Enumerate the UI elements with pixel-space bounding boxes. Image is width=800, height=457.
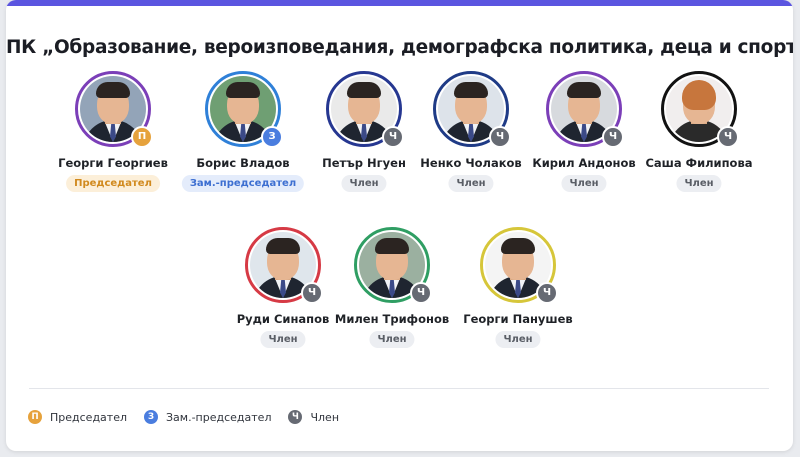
legend-label: Председател [50, 410, 127, 424]
member-card[interactable]: П Георги Георгиев Председател [48, 71, 178, 196]
legend-item: Ч Член [288, 410, 339, 424]
role-badge-icon: Ч [301, 282, 323, 304]
role-pill: Зам.-председател [181, 175, 305, 192]
role-badge-icon: Ч [382, 126, 404, 148]
role-pill: Член [495, 331, 541, 348]
legend-badge-icon: П [28, 410, 42, 424]
avatar[interactable]: Ч [245, 227, 323, 304]
legend-badge-icon: Ч [288, 410, 303, 424]
member-card[interactable]: Ч Георги Панушев Член [453, 227, 583, 352]
avatar[interactable]: Ч [480, 227, 558, 304]
role-badge-icon: Ч [536, 282, 558, 304]
member-card[interactable]: Ч Кирил Андонов Член [519, 71, 649, 196]
member-name[interactable]: Милен Трифонов [327, 312, 457, 326]
member-card[interactable]: Ч Милен Трифонов Член [327, 227, 457, 352]
legend-label: Зам.-председател [166, 410, 272, 424]
role-badge-icon: Ч [717, 126, 739, 148]
member-card[interactable]: Ч Саша Филипова Член [634, 71, 764, 196]
legend-item: З Зам.-председател [144, 410, 271, 424]
avatar[interactable]: П [75, 71, 153, 148]
member-name[interactable]: Георги Панушев [453, 312, 583, 326]
role-pill: Член [561, 175, 607, 192]
role-pill: Член [341, 175, 387, 192]
avatar[interactable]: Ч [326, 71, 404, 148]
role-pill: Председател [66, 175, 160, 192]
committee-title: ПК „Образование, вероизповедания, демогр… [6, 37, 793, 58]
legend-badge-icon: З [144, 410, 158, 424]
member-name[interactable]: Борис Владов [178, 156, 308, 170]
role-pill: Член [676, 175, 722, 192]
role-badge-icon: Ч [410, 282, 432, 304]
role-pill: Член [260, 331, 306, 348]
avatar[interactable]: Ч [433, 71, 511, 148]
divider [29, 388, 769, 389]
member-card[interactable]: З Борис Владов Зам.-председател [178, 71, 308, 196]
role-badge-icon: Ч [602, 126, 624, 148]
member-name[interactable]: Ненко Чолаков [406, 156, 536, 170]
role-pill: Член [448, 175, 494, 192]
avatar[interactable]: Ч [546, 71, 624, 148]
role-pill: Член [369, 331, 415, 348]
role-badge-icon: П [131, 126, 153, 148]
avatar[interactable]: Ч [354, 227, 432, 304]
role-badge-icon: Ч [489, 126, 511, 148]
committee-card: ПК „Образование, вероизповедания, демогр… [6, 0, 793, 451]
member-name[interactable]: Георги Георгиев [48, 156, 178, 170]
legend-label: Член [310, 410, 340, 424]
legend-item: П Председател [28, 410, 127, 424]
role-legend: П Председател З Зам.-председател Ч Член [28, 407, 356, 427]
role-badge-icon: З [261, 126, 283, 148]
member-card[interactable]: Ч Ненко Чолаков Член [406, 71, 536, 196]
avatar[interactable]: З [205, 71, 283, 148]
accent-bar [6, 0, 793, 6]
avatar[interactable]: Ч [661, 71, 739, 148]
member-name[interactable]: Кирил Андонов [519, 156, 649, 170]
member-name[interactable]: Саша Филипова [634, 156, 764, 170]
